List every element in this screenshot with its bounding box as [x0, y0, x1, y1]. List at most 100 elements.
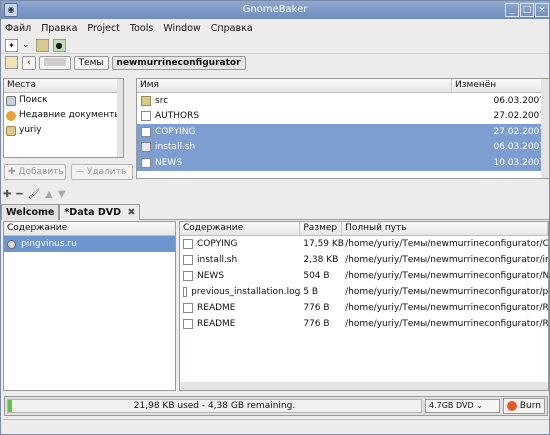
file-row[interactable]: src 06.03.2007	[137, 93, 549, 109]
disc-contents-panel: Содержание Размер Полный путь COPYING 17,…	[179, 221, 549, 391]
move-up-icon[interactable]: ▲	[45, 189, 53, 200]
places-item-recent[interactable]: Недавние документы	[4, 108, 123, 123]
file-name-cell: AUTHORS	[137, 111, 450, 122]
places-item-home[interactable]: yuriy	[4, 123, 123, 138]
column-modified[interactable]: Изменён	[452, 79, 543, 92]
remove-file-icon[interactable]: ━	[16, 189, 22, 200]
places-item-label: Недавние документы	[19, 110, 122, 120]
file-icon	[183, 239, 193, 249]
file-browser-header: Имя Изменён	[137, 79, 549, 93]
burn-button[interactable]: Burn	[503, 398, 545, 414]
column-size[interactable]: Размер	[300, 222, 343, 235]
edit-path-icon[interactable]	[5, 56, 18, 69]
menu-edit[interactable]: Правка	[41, 23, 77, 34]
app-icon[interactable]: ◉	[4, 3, 18, 17]
disc-file-name-cell: COPYING	[180, 239, 300, 249]
disc-tree-header[interactable]: Содержание	[4, 222, 175, 236]
file-icon	[141, 111, 151, 122]
disc-file-row[interactable]: NEWS 504 B/home/yuriy/Темы/newmurrineconf…	[180, 268, 548, 284]
tab-data-dvd-label: *Data DVD	[64, 207, 121, 218]
places-item-label: Поиск	[19, 95, 48, 105]
menu-file[interactable]: Файл	[5, 23, 31, 34]
column-contents[interactable]: Содержание	[180, 222, 301, 235]
script-icon	[141, 142, 151, 153]
clear-icon[interactable]: 🖌	[27, 189, 40, 200]
disc-file-row[interactable]: previous_installation.log 5 B/home/yuriy/…	[180, 284, 548, 300]
file-row[interactable]: COPYING 27.02.2007	[137, 124, 549, 140]
disc-file-row[interactable]: COPYING 17,59 KB/home/yuriy/Темы/newmurri…	[180, 236, 548, 252]
places-item-label: yuriy	[19, 125, 42, 135]
column-full-path[interactable]: Полный путь	[342, 222, 548, 235]
file-name-cell: src	[137, 95, 450, 106]
menu-help[interactable]: Справка	[211, 23, 253, 34]
disc-file-size: 504 B	[303, 271, 330, 281]
window-title: GnomeBaker	[242, 4, 308, 15]
disc-icon	[7, 239, 16, 249]
disc-usage-gauge: 21,98 KB used - 4,38 GB remaining.	[7, 399, 422, 413]
file-browser-scrollbar[interactable]	[541, 79, 549, 178]
disc-file-name-cell: install.sh	[180, 255, 300, 265]
disc-horizontal-scrollbar[interactable]	[180, 382, 548, 390]
menu-project[interactable]: Project	[87, 23, 120, 34]
menu-bar: Файл Правка Project Tools Window Справка	[1, 19, 549, 37]
tab-data-dvd[interactable]: *Data DVD ✖	[59, 204, 141, 220]
save-disc-icon[interactable]: ●	[52, 38, 66, 52]
places-scrollbar[interactable]	[117, 79, 123, 157]
home-folder-icon	[6, 125, 16, 136]
file-row[interactable]: install.sh 06.03.2007	[137, 139, 549, 155]
file-name: COPYING	[155, 126, 196, 137]
open-folder-icon[interactable]	[35, 38, 49, 52]
status-area: 21,98 KB used - 4,38 GB remaining. 4.7GB…	[4, 396, 548, 416]
path-segment-home[interactable]	[38, 55, 71, 70]
file-icon	[183, 271, 193, 281]
places-header[interactable]: Места	[4, 79, 123, 93]
disc-file-size: 776 B	[303, 303, 330, 313]
add-place-button[interactable]: ✚ Добавить	[4, 164, 66, 180]
file-row[interactable]: NEWS 10.03.2007	[137, 155, 549, 171]
disc-file-path: /home/yuriy/Темы/newmurrineconfigurator/…	[345, 239, 548, 249]
disc-type-value: 4.7GB DVD	[429, 401, 474, 410]
search-icon	[6, 95, 16, 106]
file-modified-date: 06.03.2007	[493, 95, 545, 106]
disc-usage-fill	[8, 400, 13, 412]
project-toolbar: ✚ ━ 🖌 ▲ ▼	[3, 187, 71, 201]
file-name: NEWS	[155, 157, 183, 168]
disc-file-name-cell: README	[180, 303, 300, 313]
disc-type-select[interactable]: 4.7GB DVD ⌄	[425, 399, 500, 413]
new-project-icon[interactable]: ✦	[5, 38, 18, 52]
title-bar[interactable]: ◉ GnomeBaker _ □ ×	[1, 1, 549, 19]
close-tab-icon[interactable]: ✖	[127, 207, 135, 218]
minimize-icon[interactable]: _	[505, 3, 519, 17]
disc-file-path: /home/yuriy/Темы/newmurrineconfigurator/…	[345, 287, 548, 297]
disc-file-row[interactable]: README 776 B/home/yuriy/Темы/newmurrineco…	[180, 316, 548, 332]
path-segment-themes[interactable]: Темы	[73, 55, 109, 70]
disc-file-path: /home/yuriy/Темы/newmurrineconfigurator/…	[345, 303, 548, 313]
path-segment-current[interactable]: newmurrineconfigurator	[111, 55, 246, 70]
disc-root-item[interactable]: pingvinus.ru	[4, 236, 175, 252]
column-name[interactable]: Имя	[137, 79, 452, 92]
file-name: install.sh	[155, 142, 196, 153]
file-modified-date: 06.03.2007	[493, 142, 545, 153]
add-file-icon[interactable]: ✚	[3, 189, 11, 200]
new-dropdown-icon[interactable]: ⌄	[22, 40, 30, 50]
disc-file-row[interactable]: README 776 B/home/yuriy/Темы/newmurrineco…	[180, 300, 548, 316]
file-icon	[183, 319, 193, 329]
move-down-icon[interactable]: ▼	[58, 189, 66, 200]
disc-file-size: 5 B	[303, 287, 319, 297]
path-bar: ‹ Темы newmurrineconfigurator	[1, 54, 549, 71]
maximize-icon[interactable]: □	[520, 3, 534, 17]
file-row[interactable]: AUTHORS 27.02.2007	[137, 109, 549, 125]
remove-place-button[interactable]: — Удалить	[71, 164, 133, 180]
burn-label: Burn	[519, 401, 541, 411]
close-icon[interactable]: ×	[535, 3, 549, 17]
file-list: src 06.03.2007 AUTHORS 27.02.2007 COPYING 27.…	[137, 93, 549, 171]
folder-icon	[141, 95, 151, 106]
path-back-button[interactable]: ‹	[22, 55, 36, 70]
menu-tools[interactable]: Tools	[130, 23, 153, 34]
file-modified-date: 27.02.2007	[493, 126, 545, 137]
places-panel: Места Поиск Недавние документы yuriy	[3, 78, 124, 158]
places-item-search[interactable]: Поиск	[4, 93, 123, 108]
disc-file-row[interactable]: install.sh 2,38 KB/home/yuriy/Темы/newmur…	[180, 252, 548, 268]
menu-window[interactable]: Window	[163, 23, 200, 34]
tab-welcome[interactable]: Welcome	[1, 204, 60, 220]
